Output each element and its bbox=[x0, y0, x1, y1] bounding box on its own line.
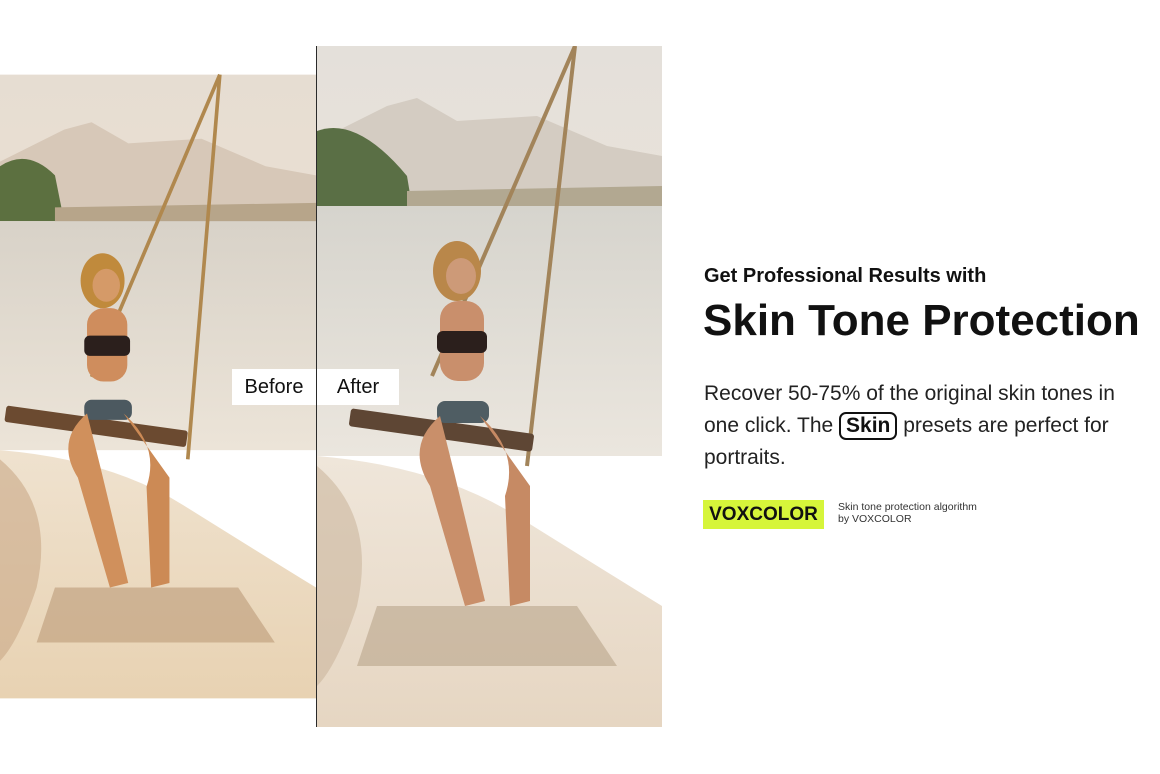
promo-description: Recover 50-75% of the original skin tone… bbox=[704, 378, 1144, 474]
voxcolor-badge: VOXCOLOR bbox=[703, 500, 824, 529]
promo-title: Skin Tone Protection bbox=[703, 296, 1140, 345]
before-after-comparison: Before After bbox=[0, 46, 662, 727]
brand-note: Skin tone protection algorithm by VOXCOL… bbox=[838, 501, 977, 525]
skin-preset-chip: Skin bbox=[839, 412, 898, 440]
before-label: Before bbox=[232, 369, 316, 405]
after-label: After bbox=[317, 369, 399, 405]
promo-subtitle: Get Professional Results with bbox=[704, 265, 987, 287]
